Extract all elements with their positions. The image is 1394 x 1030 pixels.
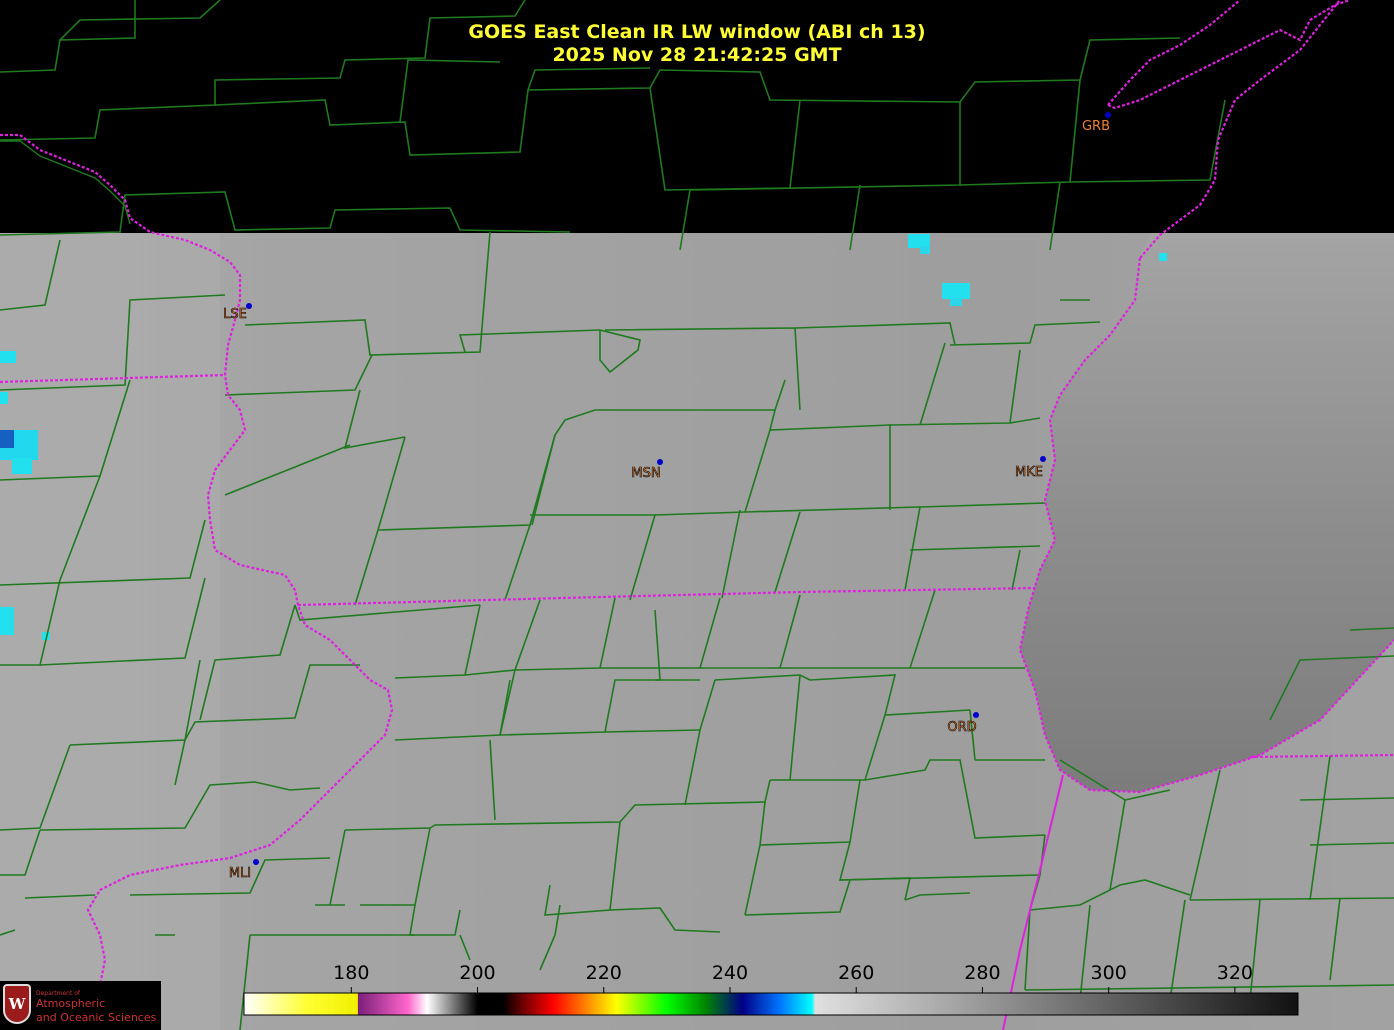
uw-seal-icon: W — [3, 984, 31, 1024]
station-label-mli: MLI — [229, 866, 251, 881]
colorbar-tick-label: 200 — [459, 962, 496, 984]
station-dot-ord — [973, 712, 979, 718]
logo-line1: Atmospheric — [36, 997, 106, 1010]
station-label-msn: MSN — [631, 466, 660, 481]
station-dot-msn — [657, 459, 663, 465]
logo-dept-text: Department of — [36, 990, 80, 997]
colorbar-bar — [243, 992, 1299, 1016]
colorbar-tick-label: 240 — [711, 962, 749, 984]
station-dot-mke — [1040, 456, 1046, 462]
map-timestamp: 2025 Nov 28 21:42:25 GMT — [552, 44, 842, 66]
station-label-ord: ORD — [947, 720, 976, 735]
station-label-lse: LSE — [223, 307, 247, 322]
logo-line2: and Oceanic Sciences — [36, 1011, 157, 1024]
colorbar-tick-label: 320 — [1216, 962, 1254, 984]
station-dot-mli — [253, 859, 259, 865]
station-dot-grb — [1105, 112, 1111, 118]
aos-logo: W Department of Atmospheric and Oceanic … — [0, 981, 161, 1030]
satellite-map: GRB LSE MSN MKE ORD MLI — [0, 0, 1394, 1030]
colorbar-tick-label: 280 — [964, 962, 1001, 984]
station-label-mke: MKE — [1015, 465, 1043, 480]
colorbar-tick-label: 300 — [1090, 962, 1127, 984]
ir-imagery-west — [0, 233, 220, 1030]
colorbar-tick-label: 180 — [333, 962, 370, 984]
colorbar-tick-label: 220 — [585, 962, 622, 984]
station-label-grb: GRB — [1082, 119, 1110, 134]
colorbar-tick-label: 260 — [838, 962, 875, 984]
map-title: GOES East Clean IR LW window (ABI ch 13) — [468, 21, 926, 43]
satellite-map-view: GRB LSE MSN MKE ORD MLI GOES East Clean … — [0, 0, 1394, 1030]
station-dot-lse — [246, 303, 252, 309]
